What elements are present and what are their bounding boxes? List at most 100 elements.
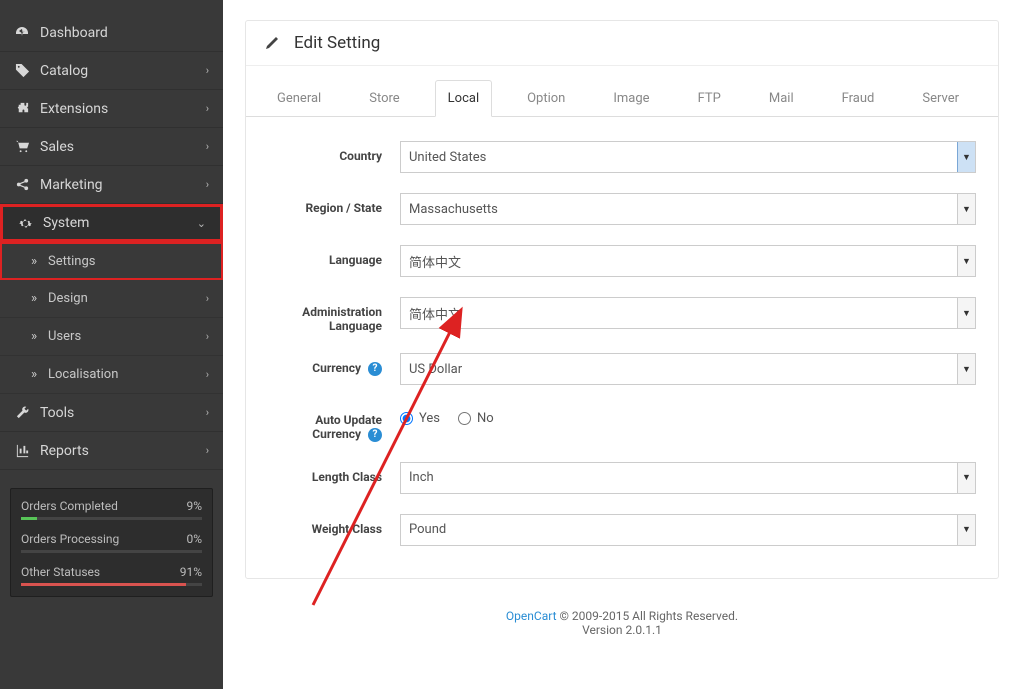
double-chevron-icon: » [28, 255, 40, 267]
sidebar-item-label: Dashboard [40, 25, 108, 41]
chevron-right-icon: › [206, 102, 209, 115]
tab-mail[interactable]: Mail [756, 80, 807, 117]
country-select[interactable]: United States ▼ [400, 141, 976, 173]
footer-link[interactable]: OpenCart [506, 609, 557, 623]
sidebar-item-label: Tools [40, 405, 74, 421]
sidebar: Dashboard Catalog › Extensions › Sales › [0, 0, 223, 689]
currency-label: Currency ? [268, 353, 400, 376]
panel-title: Edit Setting [294, 33, 380, 53]
chevron-right-icon: › [206, 444, 209, 457]
tab-fraud[interactable]: Fraud [829, 80, 888, 117]
help-icon[interactable]: ? [368, 362, 382, 376]
sidebar-item-dashboard[interactable]: Dashboard [0, 14, 223, 52]
stat-label: Other Statuses [21, 565, 100, 579]
region-label: Region / State [268, 193, 400, 215]
double-chevron-icon: » [28, 293, 40, 305]
sidebar-subitem-label: Localisation [48, 367, 118, 382]
region-select[interactable]: Massachusetts ▼ [400, 193, 976, 225]
tab-option[interactable]: Option [514, 80, 578, 117]
chevron-right-icon: › [206, 330, 209, 343]
auto-update-currency-label: Auto Update Currency ? [268, 405, 400, 442]
auto-update-yes-radio[interactable]: Yes [400, 411, 440, 426]
sidebar-subitem-design[interactable]: » Design › [0, 280, 223, 318]
tab-image[interactable]: Image [600, 80, 662, 117]
chevron-right-icon: › [206, 292, 209, 305]
sidebar-item-label: Sales [40, 139, 74, 155]
stat-label: Orders Completed [21, 499, 118, 513]
sidebar-item-label: System [43, 215, 89, 231]
currency-select[interactable]: US Dollar ▼ [400, 353, 976, 385]
footer: OpenCart © 2009-2015 All Rights Reserved… [245, 579, 999, 645]
sidebar-subitem-label: Design [48, 291, 88, 306]
stat-value: 9% [186, 499, 202, 513]
tag-icon [14, 63, 30, 79]
stats-panel: Orders Completed 9% Orders Processing 0%… [10, 488, 213, 597]
tab-store[interactable]: Store [356, 80, 412, 117]
double-chevron-icon: » [28, 369, 40, 381]
country-label: Country [268, 141, 400, 163]
tab-ftp[interactable]: FTP [685, 80, 734, 117]
chevron-down-icon: ⌄ [197, 217, 206, 230]
progress-bar [21, 550, 202, 553]
sidebar-item-sales[interactable]: Sales › [0, 128, 223, 166]
gear-icon [17, 215, 33, 231]
sidebar-item-system[interactable]: System ⌄ [0, 204, 223, 242]
panel-header: Edit Setting [246, 21, 998, 66]
dropdown-icon: ▼ [957, 194, 975, 224]
sidebar-item-label: Extensions [40, 101, 108, 117]
language-select[interactable]: 简体中文 ▼ [400, 245, 976, 277]
sidebar-subitem-label: Settings [48, 254, 95, 269]
share-icon [14, 177, 30, 193]
sidebar-item-label: Catalog [40, 63, 88, 79]
tab-general[interactable]: General [264, 80, 334, 117]
sidebar-subitem-localisation[interactable]: » Localisation › [0, 356, 223, 394]
language-label: Language [268, 245, 400, 267]
sidebar-subitem-label: Users [48, 329, 81, 344]
dropdown-icon: ▼ [957, 298, 975, 328]
pencil-icon [264, 35, 280, 51]
sidebar-subitem-users[interactable]: » Users › [0, 318, 223, 356]
chevron-right-icon: › [206, 64, 209, 77]
chart-icon [14, 443, 30, 459]
admin-language-select[interactable]: 简体中文 ▼ [400, 297, 976, 329]
sidebar-item-label: Reports [40, 443, 89, 459]
sidebar-item-marketing[interactable]: Marketing › [0, 166, 223, 204]
weight-class-select[interactable]: Pound ▼ [400, 514, 976, 546]
help-icon[interactable]: ? [368, 428, 382, 442]
dropdown-icon: ▼ [957, 246, 975, 276]
tab-bar: General Store Local Option Image FTP Mai… [246, 66, 998, 117]
wrench-icon [14, 405, 30, 421]
footer-version: Version 2.0.1.1 [582, 623, 662, 637]
dropdown-icon: ▼ [957, 515, 975, 545]
auto-update-no-radio[interactable]: No [458, 411, 494, 426]
length-class-label: Length Class [268, 462, 400, 484]
admin-language-label: Administration Language [268, 297, 400, 333]
cart-icon [14, 139, 30, 155]
main-content: Edit Setting General Store Local Option … [223, 0, 1013, 689]
tab-local[interactable]: Local [435, 80, 492, 117]
dropdown-icon: ▼ [957, 354, 975, 384]
dashboard-icon [14, 25, 30, 41]
sidebar-item-reports[interactable]: Reports › [0, 432, 223, 470]
sidebar-item-tools[interactable]: Tools › [0, 394, 223, 432]
weight-class-label: Weight Class [268, 514, 400, 536]
progress-bar [21, 583, 202, 586]
stat-value: 91% [180, 565, 202, 579]
progress-bar [21, 517, 202, 520]
stat-value: 0% [186, 532, 202, 546]
chevron-right-icon: › [206, 178, 209, 191]
chevron-right-icon: › [206, 406, 209, 419]
sidebar-item-label: Marketing [40, 177, 103, 193]
length-class-select[interactable]: Inch ▼ [400, 462, 976, 494]
puzzle-icon [14, 101, 30, 117]
stat-label: Orders Processing [21, 532, 119, 546]
sidebar-subitem-settings[interactable]: » Settings [0, 242, 223, 280]
tab-server[interactable]: Server [909, 80, 972, 117]
double-chevron-icon: » [28, 331, 40, 343]
chevron-right-icon: › [206, 368, 209, 381]
local-form: Country United States ▼ Region / State M… [246, 117, 998, 578]
dropdown-icon: ▼ [957, 142, 975, 172]
edit-setting-panel: Edit Setting General Store Local Option … [245, 20, 999, 579]
sidebar-item-catalog[interactable]: Catalog › [0, 52, 223, 90]
sidebar-item-extensions[interactable]: Extensions › [0, 90, 223, 128]
